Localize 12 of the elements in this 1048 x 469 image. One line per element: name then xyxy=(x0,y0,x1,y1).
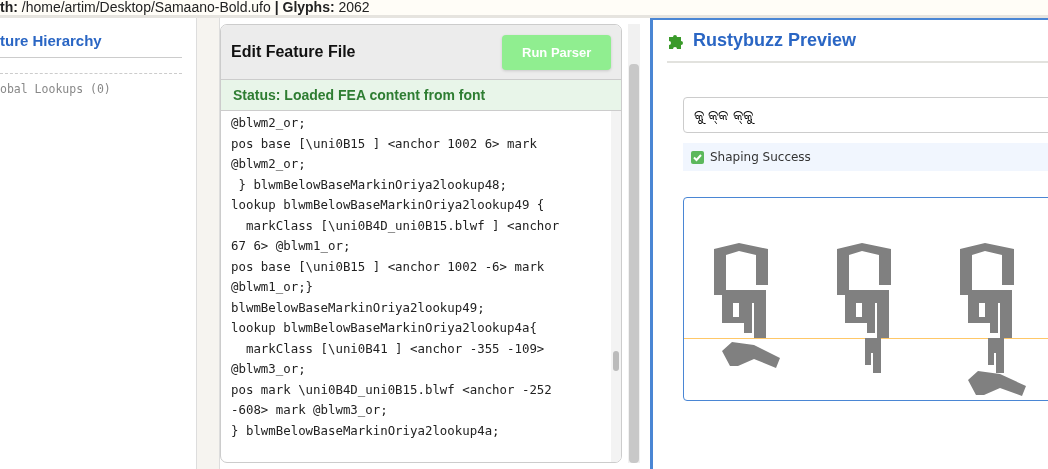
font-path-info: th: /home/artim/Desktop/Samaano-Bold.ufo | Glyphs: 2062 xyxy=(0,0,370,15)
check-icon xyxy=(691,150,704,164)
text-input-field[interactable]: କୁ କ୍କ କ୍କୁ xyxy=(683,97,1048,133)
scrollbar-thumb[interactable] xyxy=(613,351,620,371)
editor-title: Edit Feature File xyxy=(231,43,356,61)
sidebar-item[interactable]: obal Lookups (0) xyxy=(0,73,182,96)
result-text: Shaping Success xyxy=(710,150,811,164)
sidebar-title: ture Hierarchy xyxy=(0,32,182,58)
scrollbar-thumb[interactable] xyxy=(629,64,639,463)
preview-title: Rustybuzz Preview xyxy=(693,30,857,51)
code-editor[interactable]: @blwm2_or; pos base [\uni0B15 ] <anchor 1002 6> mark @blwm2_or; } blwmBelowBaseMarkinOriya2lookup48; lookup blwmBelowBaseMarkinOriya2lookup49 { markClass [\uni0B4D_uni0B15.blwf ] <anchor 67 6> @blwm1_or; pos base [\uni0B15 ] <anchor 1002 -6> mark @blwm1_or;} blwmBelowBaseMarkinOriya2lookup49; lookup blwmBelowBaseMarkinOriya2lookup4a{ markClass [\uni0B41 ] <anchor -355 -109> @blwm3_or; pos mark \uni0B4D_uni0B15.blwf <anchor -252 -608> mark @blwm3_or; } blwmBelowBaseMarkinOriya2lookup4a; xyxy=(221,111,612,462)
status-message: Status: Loaded FEA content from font xyxy=(221,80,622,111)
